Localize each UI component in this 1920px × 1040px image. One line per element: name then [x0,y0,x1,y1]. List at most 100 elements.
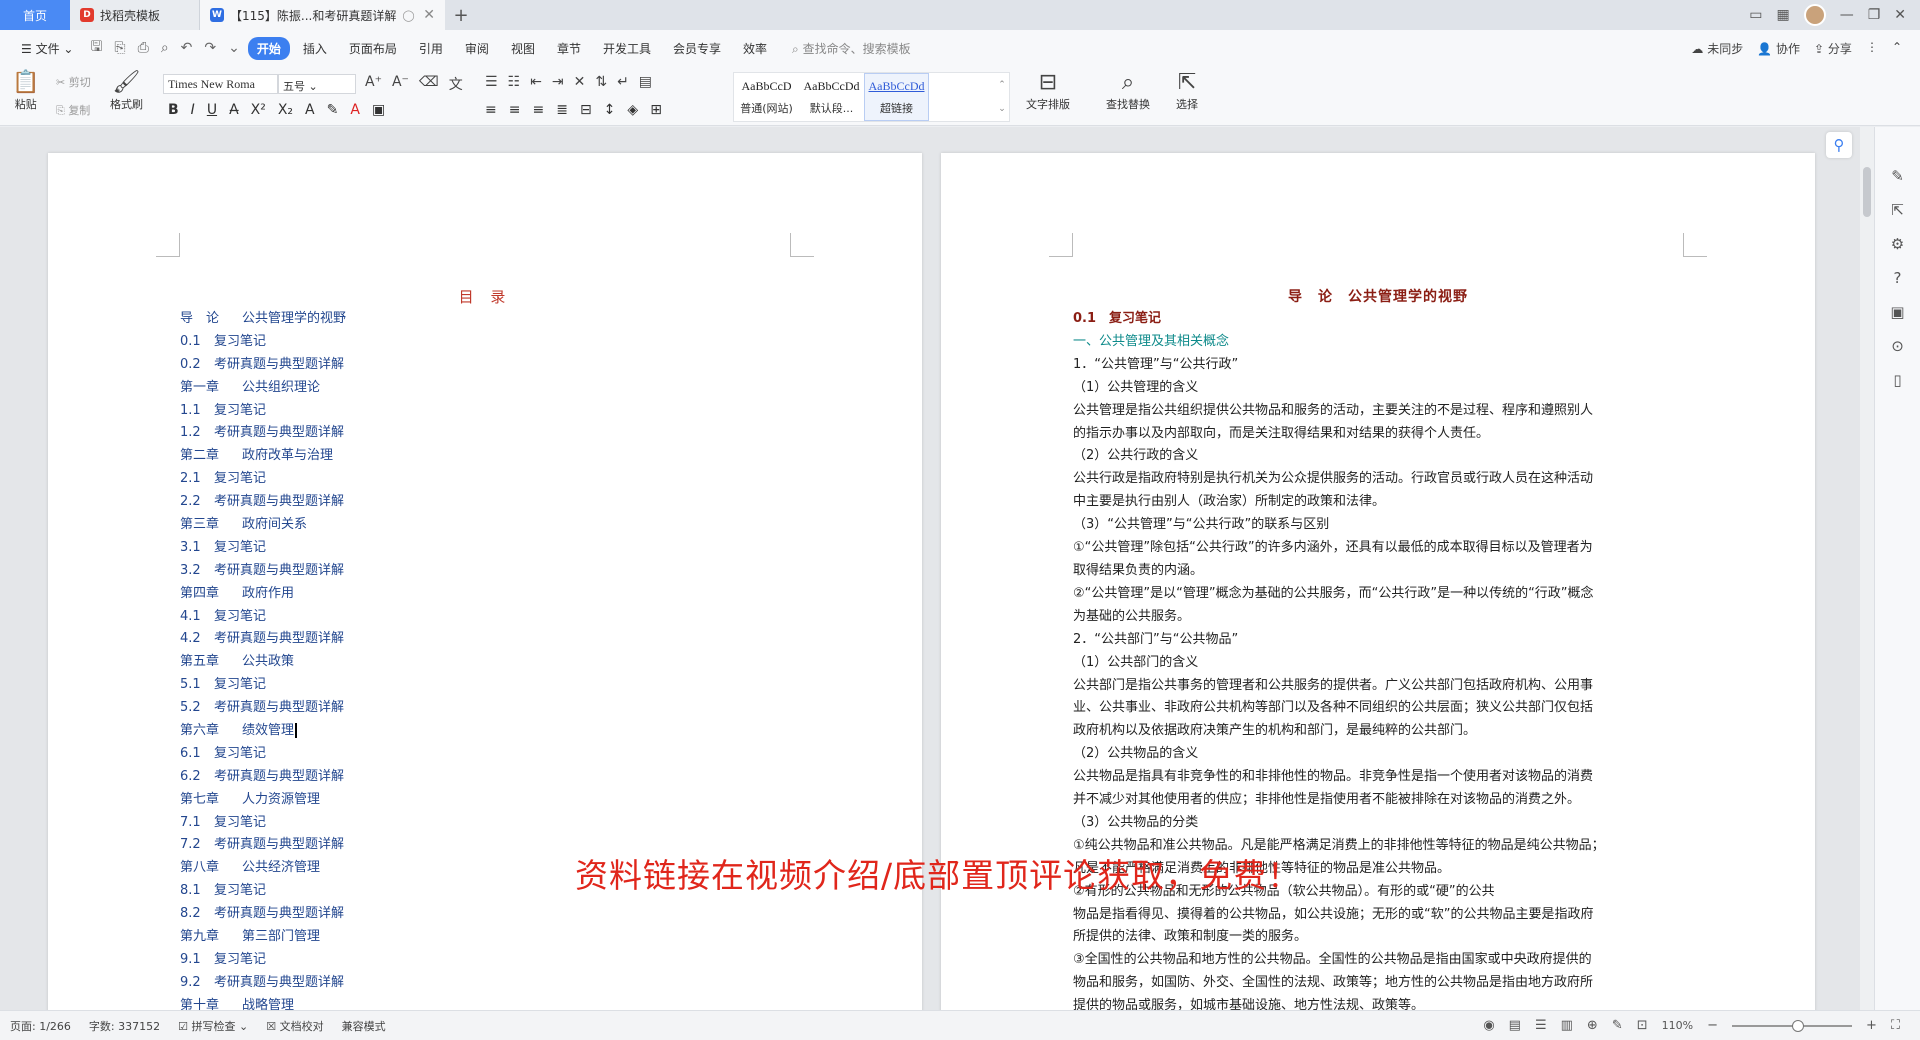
undo-icon[interactable]: ↶ [177,40,197,56]
underline-icon[interactable]: U [207,102,217,118]
toc-entry[interactable]: 9.2 考研真题与典型题详解 [180,972,780,995]
style-default-paragraph[interactable]: AaBbCcDd 默认段... [799,73,864,121]
pointer-icon[interactable]: ⇱ [1891,201,1904,219]
tab-home[interactable]: 首页 [0,0,70,30]
preview-icon[interactable]: ⌕ [157,40,173,56]
toc-entry[interactable]: 2.1 复习笔记 [180,468,780,491]
toc-entry[interactable]: 第一章 公共组织理论 [180,377,780,400]
fullscreen-icon[interactable]: ⛶ [1891,1018,1900,1033]
subscript-icon[interactable]: X₂ [278,102,293,118]
apps-grid-icon[interactable]: ▦ [1776,7,1789,23]
scroll-thumb[interactable] [1863,167,1871,217]
grow-font-icon[interactable]: A⁺ [365,74,382,94]
fit-icon[interactable]: ⊡ [1637,1018,1648,1033]
char-border-icon[interactable]: ▣ [372,102,385,118]
find-replace-button[interactable]: ⌕ 查找替换 [1106,70,1150,112]
write-view-icon[interactable]: ✎ [1612,1018,1623,1033]
menu-view[interactable]: 视图 [502,37,544,60]
menu-references[interactable]: 引用 [410,37,452,60]
toc-entry[interactable]: 第二章 政府改革与治理 [180,445,780,468]
phonetic-icon[interactable]: 文 [449,74,463,94]
restore-icon[interactable]: ❐ [1868,7,1881,23]
borders-icon[interactable]: ⊞ [650,102,662,118]
toc-entry[interactable]: 1.1 复习笔记 [180,400,780,423]
vertical-scrollbar[interactable] [1860,127,1874,1010]
toc-entry[interactable]: 第四章 政府作用 [180,583,780,606]
toc-entry[interactable]: 0.1 复习笔记 [180,331,780,354]
menu-section[interactable]: 章节 [548,37,590,60]
pin-icon[interactable]: ◯ [402,9,414,22]
toc-entry[interactable]: 4.2 考研真题与典型题详解 [180,628,780,651]
line-spacing-icon[interactable]: ↕ [604,102,616,118]
cut-button[interactable]: ✂ 剪切 [56,74,91,90]
menu-page-layout[interactable]: 页面布局 [340,37,406,60]
text-layout-button[interactable]: ⊟ 文字排版 [1026,70,1070,112]
style-normal-web[interactable]: AaBbCcD 普通(网站) [734,73,799,121]
collab-button[interactable]: 👤 协作 [1757,40,1800,57]
font-size-select[interactable]: 五号 ⌄ [278,74,356,94]
zoom-slider[interactable] [1731,1019,1852,1032]
sort-icon[interactable]: ⇅ [595,74,607,90]
zoom-out-icon[interactable]: − [1707,1018,1718,1033]
zoom-slider-knob[interactable] [1791,1019,1804,1032]
more-icon[interactable]: ⋮ [1866,40,1878,57]
numbered-list-icon[interactable]: ☷ [508,74,521,90]
toc-entry[interactable]: 0.2 考研真题与典型题详解 [180,354,780,377]
outline-view-icon[interactable]: ☰ [1535,1018,1547,1033]
toc-entry[interactable]: 第七章 人力资源管理 [180,789,780,812]
adjust-icon[interactable]: ⚙ [1891,235,1904,253]
print-icon[interactable]: ⎙ [134,40,153,56]
help-icon[interactable]: ? [1894,269,1902,287]
clear-format-icon[interactable]: ⌫ [419,74,439,94]
highlight-icon[interactable]: ✎ [327,102,339,118]
align-center-icon[interactable]: ≡ [509,102,521,118]
toc-entry[interactable]: 6.2 考研真题与典型题详解 [180,766,780,789]
page-indicator[interactable]: 页面: 1/266 [10,1018,71,1034]
avatar[interactable] [1803,4,1826,26]
format-painter-button[interactable]: 🖌 格式刷 [110,70,143,112]
menu-review[interactable]: 审阅 [456,37,498,60]
toc-entry[interactable]: 3.1 复习笔记 [180,537,780,560]
toc-entry[interactable]: 7.1 复习笔记 [180,812,780,835]
shading-icon[interactable]: ◈ [627,102,638,118]
collapse-ribbon-icon[interactable]: ⌃ [1892,40,1902,57]
toc-entry[interactable]: 第九章 第三部门管理 [180,926,780,949]
align-left-icon[interactable]: ≡ [485,102,497,118]
show-marks-icon[interactable]: ↵ [617,74,629,90]
document-canvas[interactable]: 目 录 导 论公共管理学的视野 0.1 复习笔记 0.2 考研真题与典型题详解 第一章 公共… [0,127,1920,1010]
book-icon[interactable]: ▯ [1893,371,1901,389]
close-tab-icon[interactable]: ✕ [423,7,435,23]
superscript-icon[interactable]: X² [251,102,266,118]
toc-entry[interactable]: 9.1 复习笔记 [180,949,780,972]
spell-check-button[interactable]: ☑ 拼写检查 ⌄ [178,1018,248,1034]
menu-member[interactable]: 会员专享 [664,37,730,60]
command-search[interactable]: ⌕ 查找命令、搜索模板 [792,40,911,57]
toc-entry[interactable]: 第三章 政府间关系 [180,514,780,537]
customize-icon[interactable]: ⌄ [224,40,244,56]
style-gallery-scroll[interactable]: ⌃ ⌄ [995,73,1009,121]
font-name-select[interactable]: Times New Roma [163,74,278,94]
toc-entry[interactable]: 第十章 战略管理 [180,995,780,1010]
font-color-icon[interactable]: A [350,102,360,118]
menu-home[interactable]: 开始 [247,36,290,60]
menu-developer[interactable]: 开发工具 [594,37,660,60]
toc-entry[interactable]: 导 论 公共管理学的视野 [180,308,780,331]
image-icon[interactable]: ▣ [1890,303,1904,321]
menu-efficiency[interactable]: 效率 [734,37,776,60]
toc-entry[interactable]: 3.2 考研真题与典型题详解 [180,560,780,583]
increase-indent-icon[interactable]: ⇥ [552,74,564,90]
text-effect-icon[interactable]: A [305,102,315,118]
reading-view-icon[interactable]: ▥ [1561,1018,1573,1033]
sync-button[interactable]: ☁ 未同步 [1691,40,1743,57]
share-button[interactable]: ⇪ 分享 [1814,40,1852,57]
toc-entry[interactable]: 第六章 绩效管理 [180,720,780,743]
toc-entry[interactable]: 8.2 考研真题与典型题详解 [180,903,780,926]
align-right-icon[interactable]: ≡ [532,102,544,118]
justify-icon[interactable]: ≣ [556,102,568,118]
copy-button[interactable]: ⎘ 复制 [56,102,90,118]
strikethrough-icon[interactable]: A̶ [229,102,239,118]
zoom-level[interactable]: 110% [1662,1019,1693,1032]
proof-button[interactable]: ☒ 文档校对 [266,1018,323,1034]
save-icon[interactable]: 🖫 [86,36,106,60]
italic-icon[interactable]: I [191,102,195,118]
